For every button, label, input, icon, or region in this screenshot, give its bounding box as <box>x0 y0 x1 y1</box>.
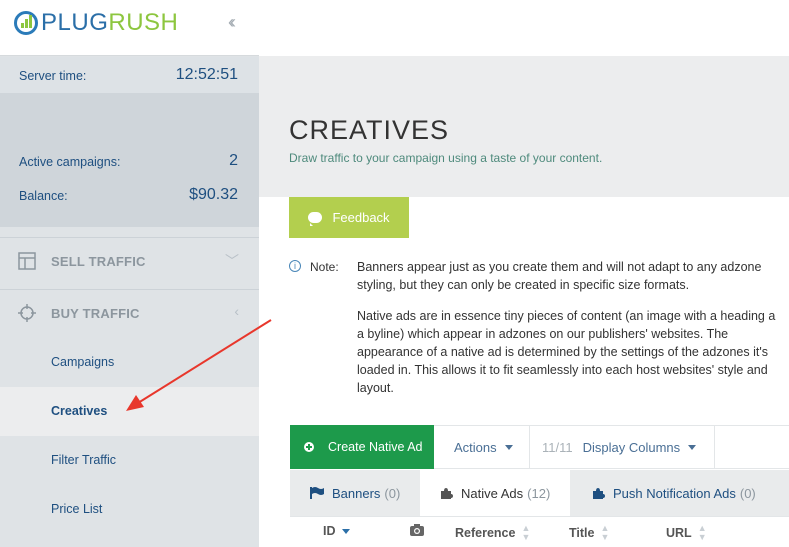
create-native-ad-button[interactable]: Create Native Ad <box>290 425 434 469</box>
tab-count: (0) <box>739 485 756 501</box>
tab-label: Push Notification Ads <box>613 485 736 501</box>
tab-native-ads[interactable]: Native Ads (12) <box>420 470 570 516</box>
puzzle-icon <box>593 487 605 499</box>
sidebar-item-label: Creatives <box>51 404 108 418</box>
tab-banners[interactable]: Banners (0) <box>290 470 420 516</box>
balance-value: $90.32 <box>189 186 238 203</box>
logo-text-plug: PLUG <box>41 9 109 36</box>
nav-sell-traffic[interactable]: SELL TRAFFIC ﹀ <box>0 237 259 285</box>
toolbar-divider <box>714 425 715 469</box>
balance-label: Balance: <box>19 189 68 203</box>
info-icon: i <box>289 260 301 272</box>
sidebar-item-label: Price List <box>51 502 103 516</box>
note-text-line: loaded in. This allows it to fit seamles… <box>357 363 768 377</box>
column-header-label: Title <box>569 526 595 540</box>
puzzle-icon <box>441 487 453 499</box>
sidebar-item-campaigns[interactable]: Campaigns <box>0 338 259 387</box>
chevron-left-icon: ‹ <box>234 303 239 319</box>
column-header-label: Reference <box>455 526 516 540</box>
crosshair-icon <box>18 304 36 322</box>
server-time-value: 12:52:51 <box>175 66 238 83</box>
note-label: Note: <box>310 260 339 274</box>
display-columns-dropdown[interactable]: 11/11 Display Columns <box>542 425 697 469</box>
toolbar-divider <box>529 425 530 469</box>
active-campaigns-value: 2 <box>229 152 238 169</box>
column-header-reference[interactable]: Reference ▲ ▼ <box>455 524 530 542</box>
layout-icon <box>18 252 36 270</box>
sort-icon: ▲ ▼ <box>521 523 531 542</box>
server-time-block: Server time: 12:52:51 <box>0 57 259 93</box>
top-bar <box>259 0 789 56</box>
sort-down-icon <box>341 528 350 534</box>
double-chevron-left-icon[interactable]: ‹‹ <box>228 12 236 33</box>
page-subtitle: Draw traffic to your campaign using a ta… <box>289 151 603 165</box>
sidebar-item-label: Filter Traffic <box>51 453 117 467</box>
caret-down-icon <box>504 444 513 450</box>
actions-dropdown[interactable]: Actions <box>454 425 513 469</box>
column-header-label: URL <box>666 526 692 540</box>
chevron-down-icon: ﹀ <box>225 253 239 269</box>
chat-bubble-icon <box>308 212 323 226</box>
logo-text-rush: RUSH <box>108 9 179 36</box>
page-title: CREATIVES <box>289 115 450 145</box>
active-campaigns-label: Active campaigns: <box>19 155 121 169</box>
sidebar-item-label: Campaigns <box>51 355 115 369</box>
note-text-line: a byline) which appear in adzones on our… <box>357 327 729 341</box>
table-header <box>290 516 789 547</box>
nav-buy-traffic[interactable]: BUY TRAFFIC ‹ <box>0 289 259 337</box>
feedback-button[interactable]: Feedback <box>289 197 409 238</box>
sidebar-item-filter-traffic[interactable]: Filter Traffic <box>0 436 259 485</box>
caret-down-icon <box>688 444 697 450</box>
tab-push-notification-ads[interactable]: Push Notification Ads (0) <box>570 470 789 516</box>
flag-icon <box>310 487 324 499</box>
tab-label: Banners <box>332 485 381 501</box>
tab-count: (12) <box>527 485 551 501</box>
column-header-url[interactable]: URL ▲ ▼ <box>666 524 707 542</box>
sort-icon: ▲ ▼ <box>697 523 707 542</box>
note-text-line: styling, but they can only be created in… <box>357 278 690 292</box>
column-header-title[interactable]: Title ▲ ▼ <box>569 524 609 542</box>
plugrush-logo[interactable]: PLUG RUSH <box>14 9 179 36</box>
tab-count: (0) <box>384 485 401 501</box>
column-header-id[interactable]: ID <box>323 524 350 538</box>
feedback-label: Feedback <box>332 210 390 225</box>
tab-label: Native Ads <box>461 485 524 501</box>
nav-buy-traffic-label: BUY TRAFFIC <box>51 306 140 321</box>
column-header-label: ID <box>323 524 336 538</box>
plus-circle-icon <box>304 442 314 452</box>
create-native-ad-label: Create Native Ad <box>328 440 423 454</box>
note-text-line: layout. <box>357 381 394 395</box>
logo-mark-icon <box>14 11 38 35</box>
note-text-line: Native ads are in essence tiny pieces of… <box>357 309 776 323</box>
camera-icon <box>410 524 424 536</box>
sort-icon: ▲ ▼ <box>600 523 610 542</box>
server-time-label: Server time: <box>19 69 87 83</box>
display-columns-label: Display Columns <box>582 439 681 455</box>
sidebar-item-creatives[interactable]: Creatives <box>0 387 259 436</box>
logo-bar: PLUG RUSH ‹‹ <box>0 0 259 56</box>
note-text-line: Banners appear just as you create them a… <box>357 260 762 274</box>
sidebar-item-price-list[interactable]: Price List <box>0 485 259 534</box>
actions-label: Actions <box>454 439 497 455</box>
nav-sell-traffic-label: SELL TRAFFIC <box>51 254 146 269</box>
account-summary-block: Active campaigns: 2 Balance: $90.32 <box>0 93 259 227</box>
note-text-line: appearance of a native ad is determined … <box>357 345 768 359</box>
columns-count: 11/11 <box>542 439 573 455</box>
